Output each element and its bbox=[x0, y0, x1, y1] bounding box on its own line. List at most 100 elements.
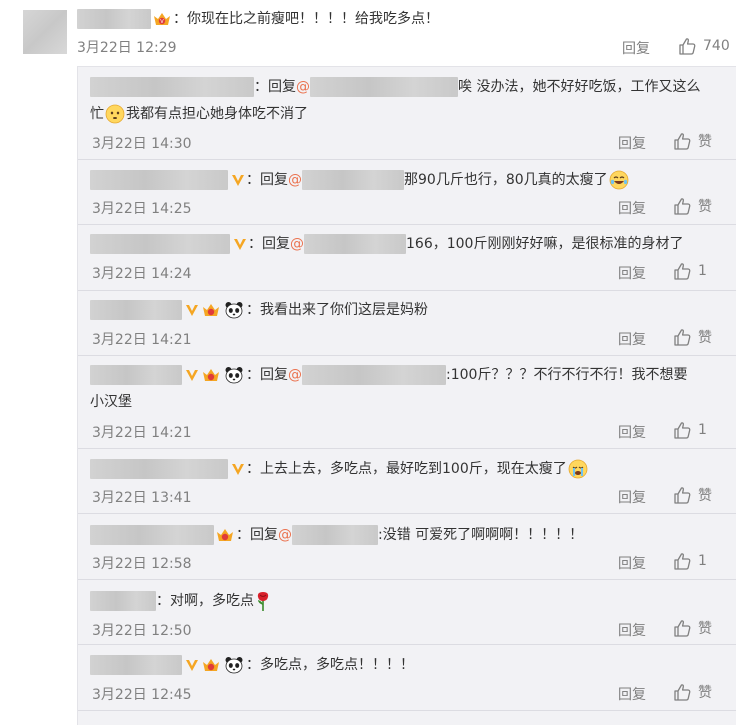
reply-time: 3月22日 12:45 bbox=[92, 687, 192, 703]
comment-time: 3月22日 12:29 bbox=[77, 40, 177, 56]
reply-text: 166，100斤刚刚好好嘛，是很标准的身材了 bbox=[406, 236, 684, 252]
reply-button[interactable]: 回复 bbox=[618, 684, 646, 704]
mention-redacted[interactable] bbox=[302, 365, 446, 385]
like-label: 赞 bbox=[698, 330, 712, 346]
username-redacted[interactable] bbox=[90, 170, 228, 190]
reply-time: 3月22日 14:24 bbox=[92, 266, 192, 282]
like-button[interactable]: 1 bbox=[672, 551, 707, 571]
reply-button[interactable]: 回复 bbox=[622, 38, 650, 58]
like-button[interactable]: 1 bbox=[672, 261, 707, 281]
thumbs-up-icon bbox=[672, 327, 692, 347]
like-button[interactable]: 740 bbox=[677, 36, 730, 56]
reply-line: ：上去上去，多吃点，最好吃到100斤，现在太瘦了 bbox=[90, 458, 589, 480]
verified-v-badge-icon bbox=[184, 302, 198, 318]
verified-v-badge-icon bbox=[230, 461, 244, 477]
avatar[interactable] bbox=[23, 10, 67, 54]
reply-button[interactable]: 回复 bbox=[618, 422, 646, 442]
like-label: 赞 bbox=[698, 134, 712, 150]
thumbs-up-icon bbox=[672, 618, 692, 638]
reply-button[interactable]: 回复 bbox=[618, 553, 646, 573]
reply-item: ：回复@ 那90几斤也行，80几真的太瘦了 3月22日 14:25 回复 赞 bbox=[78, 160, 736, 225]
username-redacted[interactable] bbox=[90, 591, 156, 611]
panda-badge-icon bbox=[224, 366, 244, 384]
replies-panel: ：回复@ 唉 没办法，她不好好吃饭，工作又这么 忙我都有点担心她身体吃不消了 3月… bbox=[77, 66, 736, 725]
thumbs-up-icon bbox=[672, 196, 692, 216]
reply-text-cont: 忙 bbox=[90, 106, 104, 122]
verified-v-badge-icon bbox=[232, 236, 246, 252]
reply-text: 那90几斤也行，80几真的太瘦了 bbox=[404, 172, 608, 188]
like-button[interactable]: 赞 bbox=[672, 618, 712, 638]
panda-badge-icon bbox=[224, 656, 244, 674]
svg-text:V: V bbox=[160, 19, 164, 25]
username-redacted[interactable] bbox=[77, 9, 151, 29]
username-redacted[interactable] bbox=[90, 77, 254, 97]
reply-text: ：对啊，多吃点 bbox=[156, 593, 254, 609]
like-button[interactable]: 赞 bbox=[672, 485, 712, 505]
reply-time: 3月22日 14:21 bbox=[92, 332, 192, 348]
verified-v-badge-icon bbox=[230, 172, 244, 188]
mention-redacted[interactable] bbox=[292, 525, 378, 545]
reply-text: :100斤？？？不行不行不行！我不想要 bbox=[446, 367, 688, 383]
mention-redacted[interactable] bbox=[310, 77, 458, 97]
reply-item: ：多吃点，多吃点！！！！ 3月22日 12:45 回复 赞 bbox=[78, 645, 736, 711]
mention-link[interactable]: @ bbox=[278, 527, 292, 543]
thumbs-up-icon bbox=[677, 36, 697, 56]
like-label: 赞 bbox=[698, 199, 712, 215]
username-redacted[interactable] bbox=[90, 365, 182, 385]
reply-time: 3月22日 12:58 bbox=[92, 556, 192, 572]
username-redacted[interactable] bbox=[90, 300, 182, 320]
laughing-tears-icon bbox=[609, 170, 629, 190]
reply-item: ：回复@:100斤？？？不行不行不行！我不想要 小汉堡 3月22日 14:21 … bbox=[78, 356, 736, 449]
reply-item: ：回复@ 166，100斤刚刚好好嘛，是很标准的身材了 3月22日 14:24 回… bbox=[78, 225, 736, 291]
thumbs-up-icon bbox=[672, 131, 692, 151]
reply-text: ：多吃点，多吃点！！！！ bbox=[246, 657, 414, 673]
thumbs-up-icon bbox=[672, 551, 692, 571]
vip-crown-badge-icon bbox=[215, 526, 235, 544]
like-count: 1 bbox=[698, 263, 707, 279]
reply-button[interactable]: 回复 bbox=[618, 487, 646, 507]
like-button[interactable]: 赞 bbox=[672, 131, 712, 151]
reply-line: ：回复@:100斤？？？不行不行不行！我不想要 bbox=[90, 364, 687, 386]
reply-time: 3月22日 14:30 bbox=[92, 136, 192, 152]
reply-button[interactable]: 回复 bbox=[618, 198, 646, 218]
mention-link[interactable]: @ bbox=[288, 172, 302, 188]
like-label: 赞 bbox=[698, 621, 712, 637]
reply-item: ：回复@ 唉 没办法，她不好好吃饭，工作又这么 忙 我都有点担心她身体吃不消了 3月… bbox=[78, 67, 736, 160]
reply-button[interactable]: 回复 bbox=[618, 133, 646, 153]
reply-item: ：回复@:没错 可爱死了啊啊啊！！！！！ 3月22日 12:58 回复 1 bbox=[78, 514, 736, 580]
reply-button[interactable]: 回复 bbox=[618, 263, 646, 283]
like-count: 740 bbox=[703, 38, 730, 54]
mention-link[interactable]: @ bbox=[296, 79, 310, 95]
reply-line: ：多吃点，多吃点！！！！ bbox=[90, 654, 414, 676]
like-count: 1 bbox=[698, 553, 707, 569]
main-comment: V ：你现在比之前瘦吧！！！！给我吃多点！ 3月22日 12:29 回复 740 bbox=[0, 0, 736, 66]
comment-text: ：你现在比之前瘦吧！！！！给我吃多点！ bbox=[173, 11, 439, 27]
like-button[interactable]: 赞 bbox=[672, 196, 712, 216]
mention-redacted[interactable] bbox=[304, 234, 406, 254]
reply-button[interactable]: 回复 bbox=[618, 620, 646, 640]
reply-line: ：回复@ 166，100斤刚刚好好嘛，是很标准的身材了 bbox=[90, 233, 683, 255]
reply-line: ：回复@:没错 可爱死了啊啊啊！！！！！ bbox=[90, 524, 583, 546]
mention-link[interactable]: @ bbox=[290, 236, 304, 252]
reply-item: ：上去上去，多吃点，最好吃到100斤，现在太瘦了 3月22日 13:41 回复 … bbox=[78, 449, 736, 514]
username-redacted[interactable] bbox=[90, 525, 214, 545]
thumbs-up-icon bbox=[672, 261, 692, 281]
reply-time: 3月22日 12:50 bbox=[92, 623, 192, 639]
crying-face-icon bbox=[568, 459, 588, 479]
reply-line: ：回复@ 唉 没办法，她不好好吃饭，工作又这么 bbox=[90, 76, 700, 98]
reply-button[interactable]: 回复 bbox=[618, 329, 646, 349]
reply-line: ：回复@ 那90几斤也行，80几真的太瘦了 bbox=[90, 169, 630, 191]
vip-crown-badge-icon: V bbox=[152, 10, 172, 28]
reply-prefix: ：回复 bbox=[236, 527, 278, 543]
like-button[interactable]: 赞 bbox=[672, 327, 712, 347]
like-button[interactable]: 赞 bbox=[672, 682, 712, 702]
mention-link[interactable]: @ bbox=[288, 367, 302, 383]
username-redacted[interactable] bbox=[90, 459, 228, 479]
thumbs-up-icon bbox=[672, 682, 692, 702]
username-redacted[interactable] bbox=[90, 234, 230, 254]
username-redacted[interactable] bbox=[90, 655, 182, 675]
like-button[interactable]: 1 bbox=[672, 420, 707, 440]
mention-redacted[interactable] bbox=[302, 170, 404, 190]
verified-v-badge-icon bbox=[184, 657, 198, 673]
reply-text: ：上去上去，多吃点，最好吃到100斤，现在太瘦了 bbox=[246, 461, 567, 477]
